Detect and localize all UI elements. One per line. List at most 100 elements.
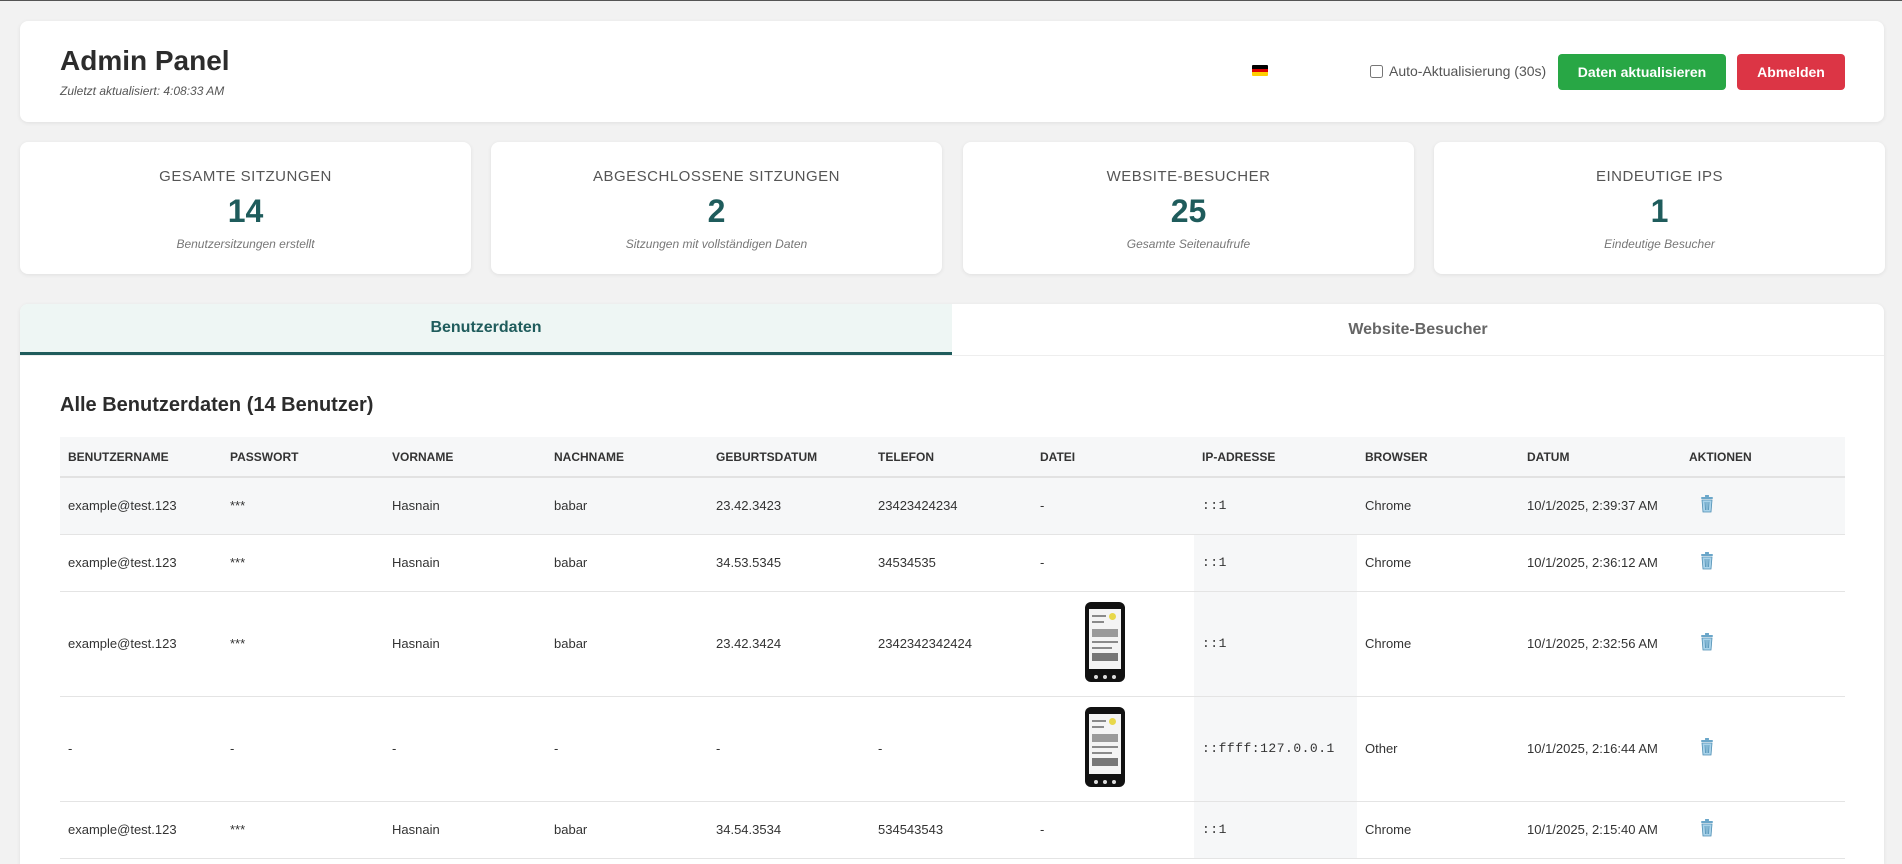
data-panel: Benutzerdaten Website-Besucher Alle Benu… <box>20 304 1884 864</box>
cell-browser: Chrome <box>1357 591 1519 697</box>
auto-refresh-checkbox[interactable] <box>1370 64 1383 78</box>
cell-file <box>1032 591 1194 697</box>
stat-card-completed-sessions: Abgeschlossene Sitzungen 2 Sitzungen mit… <box>491 142 942 274</box>
stat-card-total-sessions: Gesamte Sitzungen 14 Benutzersitzungen e… <box>20 142 471 274</box>
column-header-last-name[interactable]: Nachname <box>546 437 708 478</box>
cell-file: - <box>1032 801 1194 859</box>
tab-website-visitors[interactable]: Website-Besucher <box>952 304 1884 355</box>
stat-description: Benutzersitzungen erstellt <box>176 237 315 251</box>
cell-phone: 534543543 <box>870 801 1032 859</box>
cell-phone: 23423424234 <box>870 477 1032 535</box>
cell-username: - <box>60 696 222 802</box>
column-header-browser[interactable]: Browser <box>1357 437 1519 478</box>
column-header-password[interactable]: Passwort <box>222 437 384 478</box>
column-header-username[interactable]: Benutzername <box>60 437 222 478</box>
stat-value: 14 <box>227 193 264 229</box>
cell-first-name: Hasnain <box>384 591 546 697</box>
trash-icon[interactable] <box>1699 819 1715 837</box>
stat-value: 2 <box>707 193 726 229</box>
cell-browser: Other <box>1357 696 1519 802</box>
cell-actions <box>1681 534 1845 592</box>
cell-file: - <box>1032 534 1194 592</box>
cell-first-name: Hasnain <box>384 534 546 592</box>
cell-username: example@test.123 <box>60 591 222 697</box>
refresh-data-button[interactable]: Daten aktualisieren <box>1558 54 1726 90</box>
user-data-table: Benutzername Passwort Vorname Nachname G… <box>60 437 1845 859</box>
uploaded-file-thumbnail[interactable] <box>1085 602 1125 682</box>
stat-label: Website-Besucher <box>1106 168 1271 185</box>
trash-icon[interactable] <box>1699 552 1715 570</box>
trash-icon[interactable] <box>1699 738 1715 756</box>
cell-password: - <box>222 696 384 802</box>
stat-description: Sitzungen mit vollständigen Daten <box>625 237 808 251</box>
cell-last-name: babar <box>546 477 708 535</box>
page-title: Admin Panel <box>60 45 230 76</box>
stat-label: Gesamte Sitzungen <box>159 168 332 185</box>
cell-username: example@test.123 <box>60 801 222 859</box>
cell-file: - <box>1032 477 1194 535</box>
cell-ip: ::1 <box>1194 477 1357 535</box>
cell-username: example@test.123 <box>60 534 222 592</box>
table-header-row: Benutzername Passwort Vorname Nachname G… <box>60 437 1845 478</box>
column-header-birthdate[interactable]: Geburtsdatum <box>708 437 870 478</box>
cell-last-name: - <box>546 696 708 802</box>
logout-button[interactable]: Abmelden <box>1737 54 1845 90</box>
cell-first-name: Hasnain <box>384 477 546 535</box>
cell-username: example@test.123 <box>60 477 222 535</box>
stat-value: 1 <box>1650 193 1669 229</box>
cell-file <box>1032 696 1194 802</box>
column-header-first-name[interactable]: Vorname <box>384 437 546 478</box>
cell-phone: 2342342342424 <box>870 591 1032 697</box>
german-flag-icon[interactable] <box>1252 65 1268 76</box>
cell-birthdate: 34.53.5345 <box>708 534 870 592</box>
auto-refresh-toggle[interactable]: Auto-Aktualisierung (30s) <box>1370 63 1546 79</box>
table-row: - - - - - - ::ffff:127.0.0.1 Other 10/1/… <box>60 696 1845 802</box>
cell-password: *** <box>222 591 384 697</box>
tab-user-data[interactable]: Benutzerdaten <box>20 304 952 355</box>
cell-birthdate: 34.54.3534 <box>708 801 870 859</box>
trash-icon[interactable] <box>1699 633 1715 651</box>
stat-label: Abgeschlossene Sitzungen <box>592 168 841 185</box>
cell-date: 10/1/2025, 2:32:56 AM <box>1519 591 1681 697</box>
stat-description: Gesamte Seitenaufrufe <box>1126 237 1251 251</box>
column-header-ip[interactable]: IP-Adresse <box>1194 437 1357 478</box>
table-row: example@test.123 *** Hasnain babar 23.42… <box>60 477 1845 535</box>
header-bar: Admin Panel Zuletzt aktualisiert: 4:08:3… <box>20 21 1884 122</box>
trash-icon[interactable] <box>1699 495 1715 513</box>
cell-password: *** <box>222 534 384 592</box>
cell-birthdate: 23.42.3423 <box>708 477 870 535</box>
cell-last-name: babar <box>546 534 708 592</box>
table-row: example@test.123 *** Hasnain babar 34.53… <box>60 534 1845 592</box>
cell-password: *** <box>222 477 384 535</box>
column-header-date[interactable]: Datum <box>1519 437 1681 478</box>
uploaded-file-thumbnail[interactable] <box>1085 707 1125 787</box>
cell-birthdate: - <box>708 696 870 802</box>
cell-date: 10/1/2025, 2:36:12 AM <box>1519 534 1681 592</box>
stat-card-website-visitors: Website-Besucher 25 Gesamte Seitenaufruf… <box>963 142 1414 274</box>
cell-last-name: babar <box>546 801 708 859</box>
column-header-actions: Aktionen <box>1681 437 1845 478</box>
stat-value: 25 <box>1170 193 1207 229</box>
cell-date: 10/1/2025, 2:39:37 AM <box>1519 477 1681 535</box>
cell-ip: ::1 <box>1194 534 1357 592</box>
cell-ip: ::1 <box>1194 591 1357 697</box>
tab-bar: Benutzerdaten Website-Besucher <box>20 304 1884 356</box>
cell-date: 10/1/2025, 2:16:44 AM <box>1519 696 1681 802</box>
cell-browser: Chrome <box>1357 477 1519 535</box>
column-header-file[interactable]: Datei <box>1032 437 1194 478</box>
cell-actions <box>1681 696 1845 802</box>
cell-actions <box>1681 477 1845 535</box>
cell-browser: Chrome <box>1357 534 1519 592</box>
cell-actions <box>1681 591 1845 697</box>
cell-actions <box>1681 801 1845 859</box>
table-row: example@test.123 *** Hasnain babar 23.42… <box>60 591 1845 697</box>
cell-first-name: Hasnain <box>384 801 546 859</box>
stat-label: Eindeutige IPs <box>1595 168 1724 185</box>
last-updated: Zuletzt aktualisiert: 4:08:33 AM <box>60 84 225 98</box>
stat-card-unique-ips: Eindeutige IPs 1 Eindeutige Besucher <box>1434 142 1885 274</box>
cell-last-name: babar <box>546 591 708 697</box>
cell-first-name: - <box>384 696 546 802</box>
column-header-phone[interactable]: Telefon <box>870 437 1032 478</box>
table-row: example@test.123 *** Hasnain babar 34.54… <box>60 801 1845 859</box>
auto-refresh-label: Auto-Aktualisierung (30s) <box>1389 63 1547 79</box>
